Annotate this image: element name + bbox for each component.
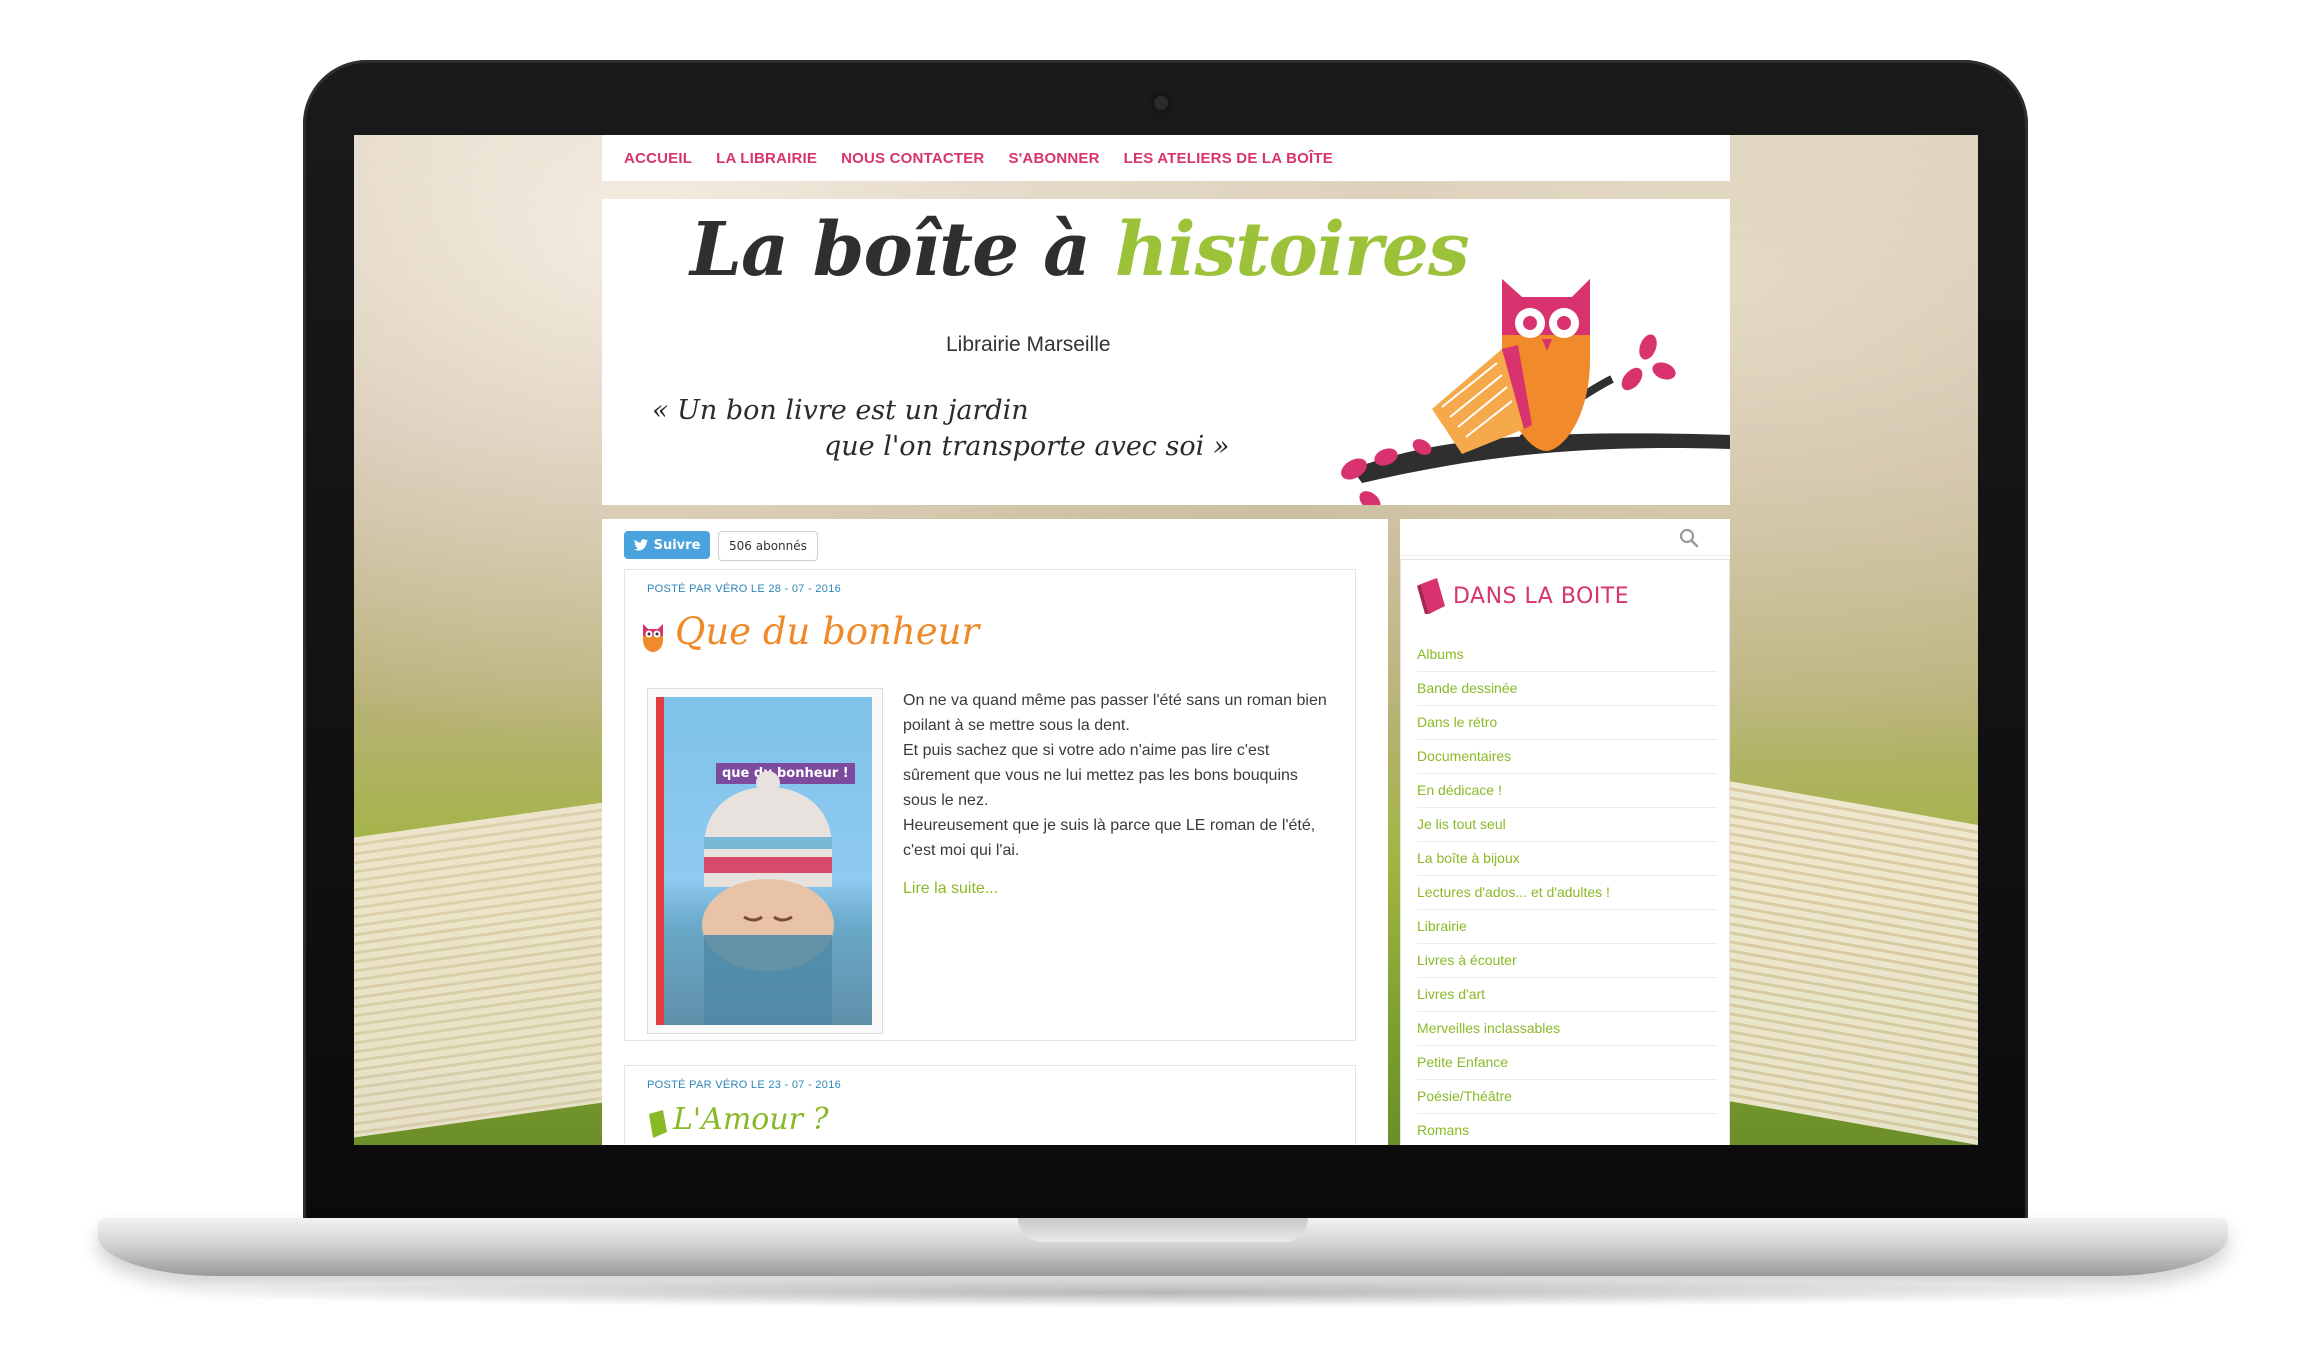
category-item[interactable]: Lectures d'ados... et d'adultes ! — [1417, 876, 1717, 910]
site-title-main: La boîte à — [690, 207, 1115, 293]
top-navigation: ACCUEIL LA LIBRAIRIE NOUS CONTACTER S'AB… — [602, 135, 1730, 181]
post-excerpt: On ne va quand même pas passer l'été san… — [903, 688, 1333, 863]
sidebar: DANS LA BOITE Albums Bande dessinée Dans… — [1400, 519, 1730, 1145]
category-item[interactable]: La boîte à bijoux — [1417, 842, 1717, 876]
book-cover: que du bonheur ! — [656, 697, 872, 1025]
header-banner: La boîte à histoires Librairie Marseille… — [602, 199, 1730, 505]
nav-accueil[interactable]: ACCUEIL — [624, 150, 692, 167]
nav-ateliers[interactable]: LES ATELIERS DE LA BOÎTE — [1124, 150, 1333, 167]
followers-count[interactable]: 506 abonnés — [718, 531, 818, 561]
category-list: Albums Bande dessinée Dans le rétro Docu… — [1417, 638, 1717, 1145]
laptop-camera — [1150, 92, 1172, 114]
nav-la-librairie[interactable]: LA LIBRAIRIE — [716, 150, 817, 167]
category-item[interactable]: Librairie — [1417, 910, 1717, 944]
post-title[interactable]: L'Amour ? — [673, 1102, 829, 1137]
category-item[interactable]: Romans — [1417, 1114, 1717, 1145]
laptop-notch — [1018, 1218, 1308, 1242]
post-title[interactable]: Que du bonheur — [675, 610, 979, 653]
owl-illustration — [1341, 279, 1730, 505]
sidebar-heading-text: DANS LA BOITE — [1453, 583, 1630, 609]
twitter-follow-button[interactable]: Suivre — [624, 531, 710, 559]
search-input[interactable] — [1400, 519, 1730, 556]
book-cover-image[interactable]: que du bonheur ! — [647, 688, 883, 1034]
category-item[interactable]: Livres à écouter — [1417, 944, 1717, 978]
owl-icon — [643, 624, 663, 652]
book-icon — [1417, 578, 1445, 614]
post-paragraph: Heureusement que je suis là parce que LE… — [903, 817, 1316, 859]
post-meta: POSTÉ PAR VÉRO LE 23 - 07 - 2016 — [647, 1079, 842, 1091]
category-item[interactable]: Documentaires — [1417, 740, 1717, 774]
category-item[interactable]: Petite Enfance — [1417, 1046, 1717, 1080]
read-more-link[interactable]: Lire la suite... — [903, 880, 998, 898]
nav-sabonner[interactable]: S'ABONNER — [1008, 150, 1099, 167]
sidebar-heading: DANS LA BOITE — [1417, 578, 1629, 614]
post-meta: POSTÉ PAR VÉRO LE 28 - 07 - 2016 — [647, 583, 842, 595]
post-paragraph: On ne va quand même pas passer l'été san… — [903, 692, 1327, 734]
category-item[interactable]: Albums — [1417, 638, 1717, 672]
quote-line-1: « Un bon livre est un jardin — [652, 395, 1029, 426]
follow-label: Suivre — [653, 537, 701, 553]
category-item[interactable]: Poésie/Théâtre — [1417, 1080, 1717, 1114]
website: ACCUEIL LA LIBRAIRIE NOUS CONTACTER S'AB… — [602, 135, 1730, 1145]
nav-nous-contacter[interactable]: NOUS CONTACTER — [841, 150, 984, 167]
book-icon — [649, 1110, 667, 1138]
book-cover-illustration — [702, 771, 834, 1025]
search-icon[interactable] — [1678, 527, 1700, 549]
quote-line-2: que l'on transporte avec soi » — [824, 431, 1230, 462]
category-item[interactable]: Je lis tout seul — [1417, 808, 1717, 842]
main-content: Suivre 506 abonnés POSTÉ PAR VÉRO LE 28 … — [602, 519, 1388, 1145]
category-item[interactable]: Dans le rétro — [1417, 706, 1717, 740]
post-paragraph: Et puis sachez que si votre ado n'aime p… — [903, 742, 1298, 809]
twitter-bird-icon — [633, 539, 648, 551]
blog-post: POSTÉ PAR VÉRO LE 28 - 07 - 2016 Que du … — [624, 569, 1356, 1041]
category-item[interactable]: En dédicace ! — [1417, 774, 1717, 808]
category-item[interactable]: Merveilles inclassables — [1417, 1012, 1717, 1046]
category-item[interactable]: Livres d'art — [1417, 978, 1717, 1012]
laptop-screen: ACCUEIL LA LIBRAIRIE NOUS CONTACTER S'AB… — [354, 135, 1978, 1145]
laptop-shadow — [160, 1278, 2170, 1308]
category-item[interactable]: Bande dessinée — [1417, 672, 1717, 706]
site-subtitle: Librairie Marseille — [946, 333, 1111, 356]
categories-panel: DANS LA BOITE Albums Bande dessinée Dans… — [1400, 559, 1730, 1145]
blog-post: POSTÉ PAR VÉRO LE 23 - 07 - 2016 L'Amour… — [624, 1065, 1356, 1145]
